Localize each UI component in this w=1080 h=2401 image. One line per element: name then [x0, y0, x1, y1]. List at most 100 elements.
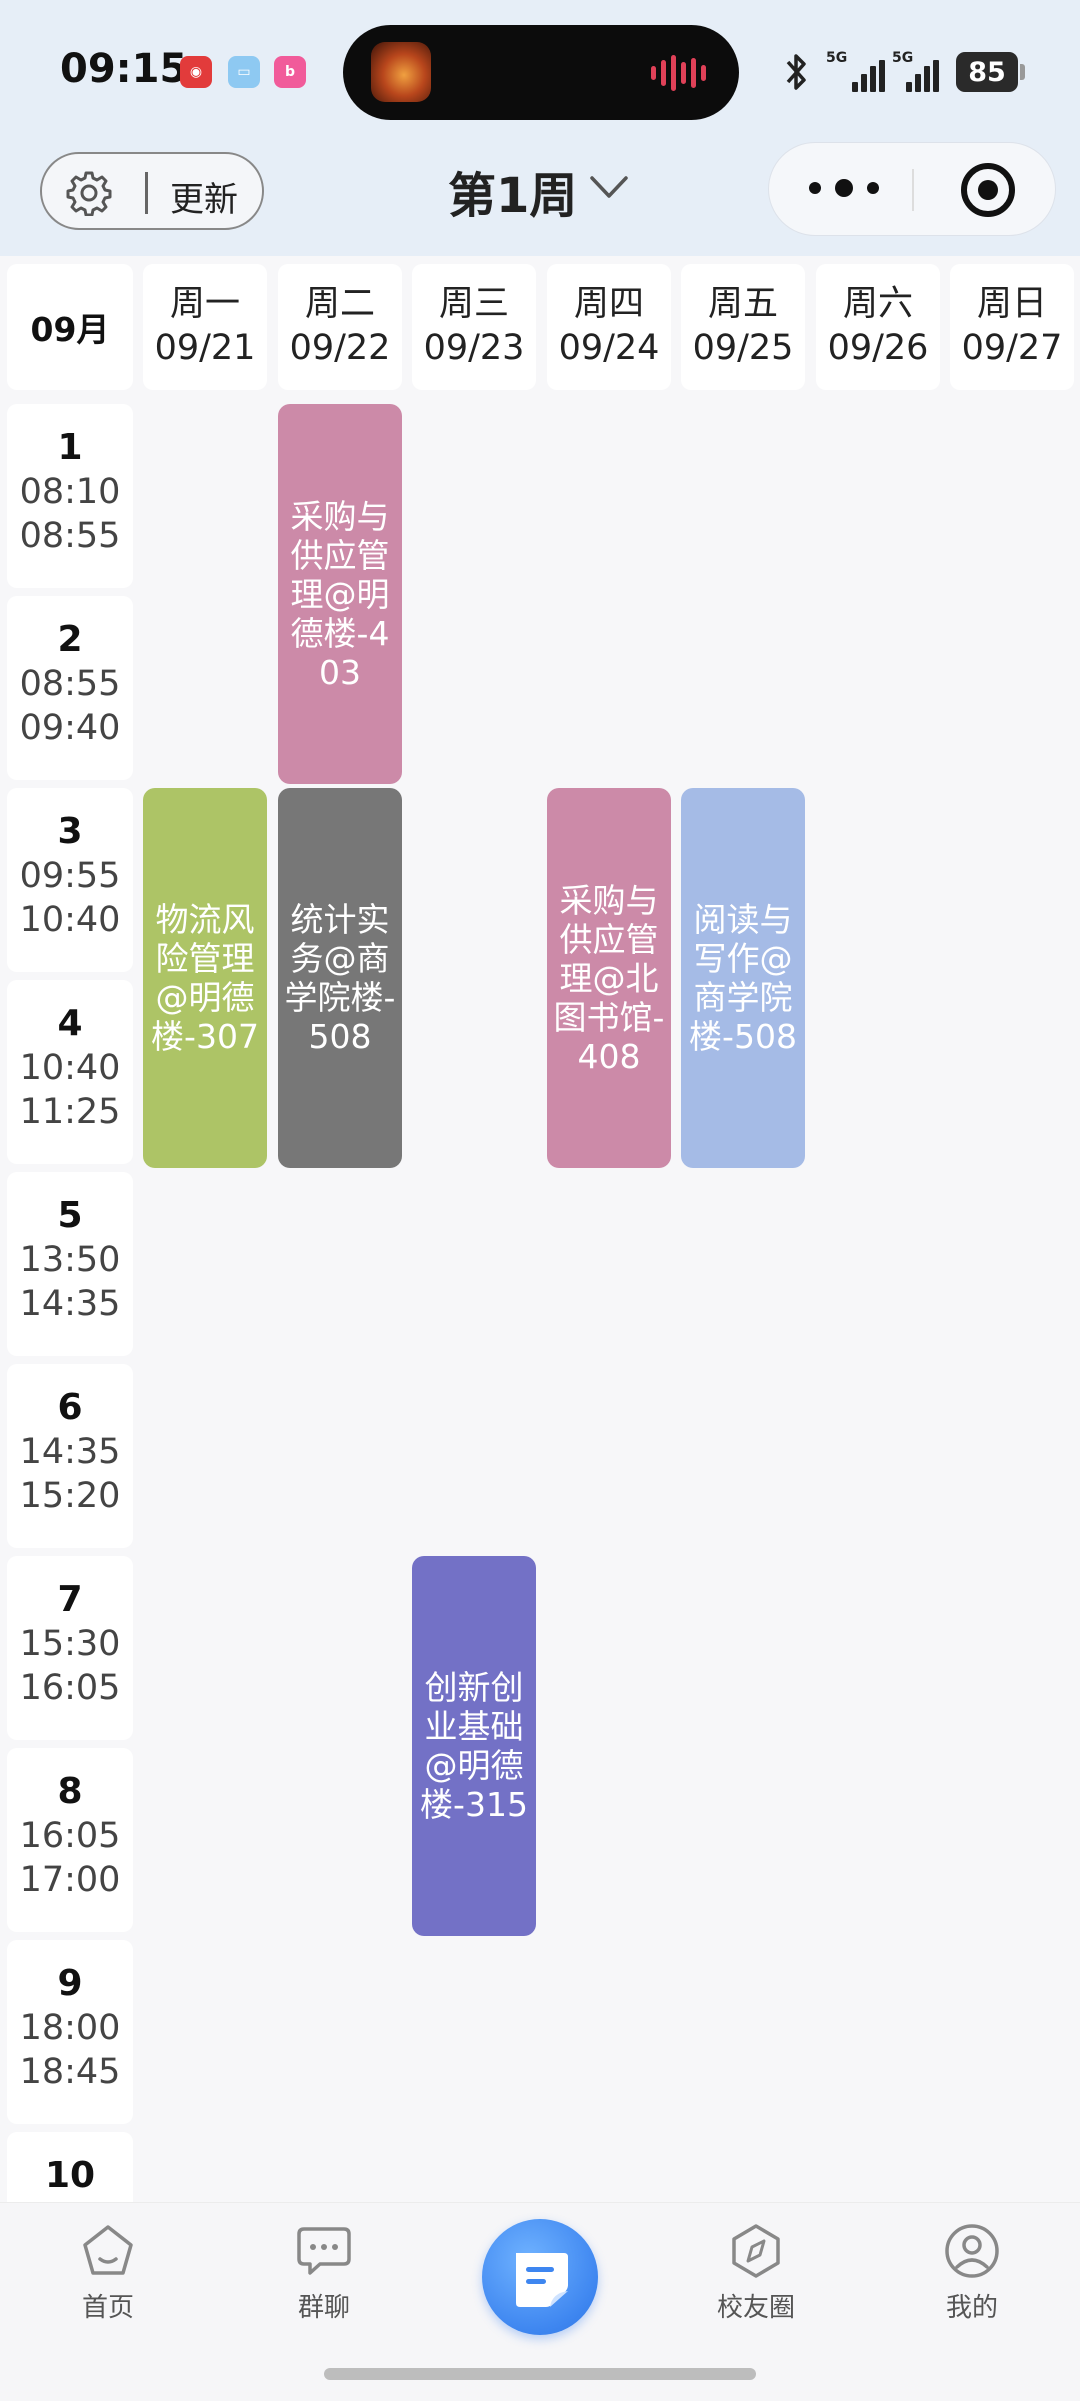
period-end-time: 18:45: [19, 2052, 121, 2092]
date-label: 09/27: [961, 328, 1063, 368]
nav-item-chat[interactable]: 群聊: [254, 2221, 394, 2324]
course-block[interactable]: 统计实务@商学院楼-508: [278, 788, 402, 1168]
day-header: 周五 09/25: [681, 264, 805, 390]
period-number: 2: [57, 619, 83, 660]
profile-icon: [945, 2224, 999, 2278]
period-cell: 5 13:50 14:35: [7, 1172, 133, 1356]
period-start-time: 16:05: [19, 1816, 121, 1856]
album-art-icon: [371, 42, 431, 102]
nav-item-schedule[interactable]: [482, 2219, 598, 2335]
period-cell: 8 16:05 17:00: [7, 1748, 133, 1932]
period-end-time: 08:55: [19, 516, 121, 556]
nav-item-alumni[interactable]: 校友圈: [686, 2221, 826, 2324]
period-cell: 3 09:55 10:40: [7, 788, 133, 972]
day-header: 周一 09/21: [143, 264, 267, 390]
period-end-time: 15:20: [19, 1476, 121, 1516]
date-label: 09/25: [692, 328, 794, 368]
period-end-time: 14:35: [19, 1284, 121, 1324]
course-block[interactable]: 采购与供应管理@北图书馆-408: [547, 788, 671, 1168]
weekday-label: 周六: [842, 284, 913, 324]
weekday-label: 周五: [707, 284, 778, 324]
battery-tip: [1020, 64, 1025, 80]
period-cell: 1 08:10 08:55: [7, 404, 133, 588]
period-number: 10: [44, 2155, 96, 2196]
wallet-icon: ▭: [228, 56, 260, 88]
date-label: 09/21: [154, 328, 256, 368]
period-start-time: 15:30: [19, 1624, 121, 1664]
home-icon: [83, 2225, 133, 2275]
capsule-divider: [912, 169, 914, 211]
period-end-time: 17:00: [19, 1860, 121, 1900]
period-number: 6: [57, 1387, 83, 1428]
battery-indicator: 85: [956, 52, 1018, 92]
audio-wave-icon: [651, 55, 711, 91]
period-number: 5: [57, 1195, 83, 1236]
period-number: 3: [57, 811, 83, 852]
period-cell: 6 14:35 15:20: [7, 1364, 133, 1548]
date-label: 09/22: [289, 328, 391, 368]
bilibili-icon: b: [274, 56, 306, 88]
weekday-label: 周一: [169, 284, 240, 324]
update-button[interactable]: 更新: [170, 172, 238, 221]
signal-strength-icon: [892, 52, 939, 92]
period-cell: 2 08:55 09:40: [7, 596, 133, 780]
month-label: 09月: [7, 264, 133, 390]
period-start-time: 08:10: [19, 472, 121, 512]
dynamic-island[interactable]: [343, 25, 739, 120]
period-cell: 4 10:40 11:25: [7, 980, 133, 1164]
period-start-time: 09:55: [19, 856, 121, 896]
period-cell: 10: [7, 2132, 133, 2202]
period-start-time: 08:55: [19, 664, 121, 704]
nav-label: 首页: [81, 2293, 134, 2323]
day-header: 周日 09/27: [950, 264, 1074, 390]
weekday-label: 周四: [573, 284, 644, 324]
course-block[interactable]: 阅读与写作@商学院楼-508: [681, 788, 805, 1168]
schedule-icon: [516, 2253, 568, 2307]
chat-icon: [297, 2227, 351, 2275]
nav-item-profile[interactable]: 我的: [902, 2221, 1042, 2324]
day-header: 周二 09/22: [278, 264, 402, 390]
nav-item-home[interactable]: 首页: [38, 2221, 178, 2324]
weekday-label: 周日: [976, 284, 1047, 324]
period-start-time: 14:35: [19, 1432, 121, 1472]
signal-strength-icon: [826, 52, 885, 92]
settings-update-pill[interactable]: 更新: [40, 152, 264, 230]
pill-divider: [145, 172, 148, 214]
home-indicator: [324, 2368, 756, 2380]
day-header: 周四 09/24: [547, 264, 671, 390]
period-number: 9: [57, 1963, 83, 2004]
period-end-time: 10:40: [19, 900, 121, 940]
chevron-down-icon[interactable]: [588, 172, 630, 202]
period-start-time: 18:00: [19, 2008, 121, 2048]
mini-program-capsule: [768, 142, 1056, 236]
period-number: 1: [57, 427, 83, 468]
nav-label: 校友圈: [716, 2293, 795, 2323]
period-end-time: 16:05: [19, 1668, 121, 1708]
date-label: 09/23: [423, 328, 525, 368]
more-options-icon[interactable]: [809, 173, 879, 203]
course-block[interactable]: 采购与供应管理@明德楼-403: [278, 404, 402, 784]
nav-label: 我的: [945, 2293, 998, 2323]
course-block[interactable]: 物流风险管理@明德楼-307: [143, 788, 267, 1168]
period-number: 7: [57, 1579, 83, 1620]
bluetooth-icon: [786, 54, 806, 90]
date-label: 09/26: [827, 328, 929, 368]
period-number: 8: [57, 1771, 83, 1812]
day-header: 周三 09/23: [412, 264, 536, 390]
period-start-time: 10:40: [19, 1048, 121, 1088]
nav-label: 群聊: [297, 2293, 350, 2323]
period-cell: 7 15:30 16:05: [7, 1556, 133, 1740]
gear-icon[interactable]: [66, 170, 112, 216]
course-block[interactable]: 创新创业基础@明德楼-315: [412, 1556, 536, 1936]
weekday-label: 周二: [304, 284, 375, 324]
status-bar: 09:15 ◉ ▭ b 5G 5G 85: [0, 0, 1080, 140]
period-end-time: 09:40: [19, 708, 121, 748]
weekday-label: 周三: [438, 284, 509, 324]
period-end-time: 11:25: [19, 1092, 121, 1132]
week-selector[interactable]: 第1周: [448, 156, 577, 226]
date-label: 09/24: [558, 328, 660, 368]
period-start-time: 13:50: [19, 1240, 121, 1280]
period-cell: 9 18:00 18:45: [7, 1940, 133, 2124]
netease-music-icon: ◉: [180, 56, 212, 88]
close-mini-program-icon[interactable]: [959, 161, 1017, 219]
